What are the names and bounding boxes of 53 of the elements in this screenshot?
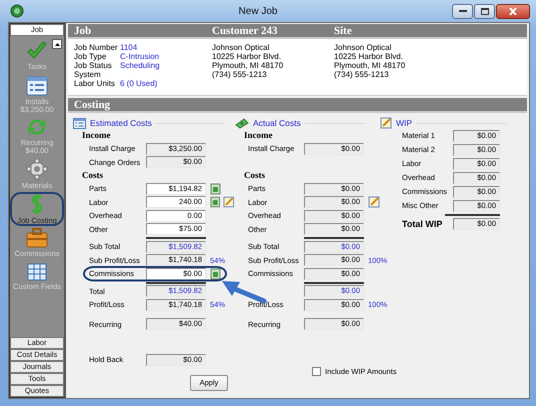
minimize-button[interactable] (452, 4, 473, 18)
address-line: (734) 555-1213 (212, 70, 268, 79)
maximize-button[interactable] (474, 4, 495, 18)
section-title: Site (334, 24, 352, 36)
arrow (221, 280, 267, 304)
group-heading: Costs (243, 169, 266, 182)
address-line: Johnson Optical (334, 43, 392, 52)
notepad-icon[interactable] (368, 196, 380, 208)
address-line: Plymouth, MI 48170 (334, 61, 406, 70)
minimize-icon (458, 9, 466, 13)
list-icon (73, 118, 86, 128)
gear-icon (26, 158, 48, 180)
field-label: Labor Units (74, 79, 116, 88)
group-heading: Income (81, 129, 112, 142)
checkbox[interactable] (312, 366, 321, 376)
banknote-icon (235, 118, 249, 128)
field-value: C-Intrusion (120, 52, 160, 61)
field-value: 6 (0 Used) (120, 79, 158, 88)
field-label: Job Status (74, 61, 113, 70)
field-label: Job Type (74, 52, 108, 61)
section-heading: Actual Costs (253, 118, 301, 128)
section-title: Job (74, 24, 92, 36)
field-label: System (74, 70, 102, 79)
address-line: Plymouth, MI 48170 (212, 61, 284, 70)
dollar-icon (29, 193, 45, 215)
group-heading: Costs (81, 169, 104, 182)
scroll-up-button[interactable] (52, 39, 62, 49)
field-value: 1104 (120, 43, 138, 52)
notepad-icon[interactable] (222, 196, 234, 208)
briefcase-icon (26, 228, 48, 248)
field-label: Job Number (74, 43, 119, 52)
section-heading: WIP (396, 118, 412, 128)
table-icon (27, 263, 47, 281)
section-title: Costing (74, 98, 112, 110)
check-icon (26, 41, 48, 61)
section-title: Customer 243 (212, 24, 278, 36)
list-icon (26, 76, 48, 96)
arrows-icon (26, 117, 48, 137)
maximize-icon (480, 8, 488, 14)
address-line: Johnson Optical (212, 43, 270, 52)
group-heading: Income (243, 129, 274, 142)
close-button[interactable] (496, 4, 530, 18)
address-line: (734) 555-1213 (334, 70, 390, 79)
section-heading: Estimated Costs (90, 118, 152, 128)
field-value: Scheduling (120, 61, 161, 70)
up-icon (54, 42, 60, 46)
app-icon (10, 4, 24, 18)
notepad-icon (380, 117, 392, 129)
address-line: 10225 Harbor Blvd. (334, 52, 404, 61)
window-title: New Job (238, 6, 278, 16)
close-icon (509, 8, 517, 14)
address-line: 10225 Harbor Blvd. (212, 52, 282, 61)
total-label: Total WIP (402, 218, 444, 231)
